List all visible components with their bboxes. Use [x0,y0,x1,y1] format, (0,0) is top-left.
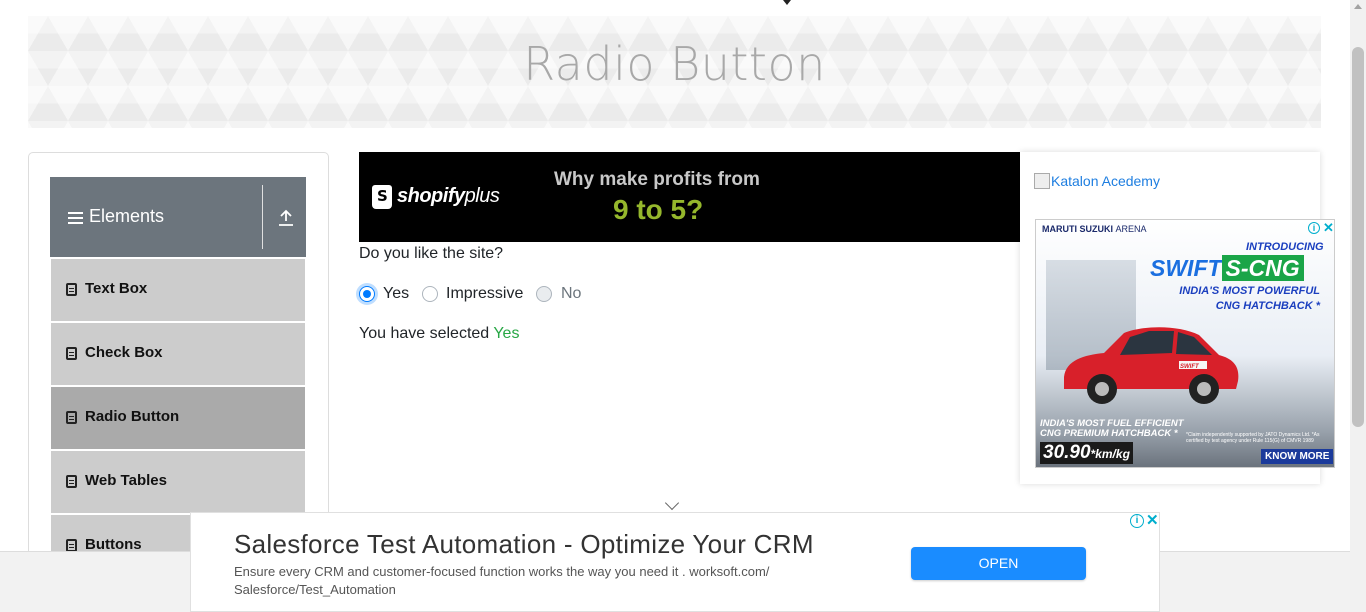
salesforce-ad[interactable]: Salesforce Test Automation - Optimize Yo… [190,512,1160,612]
sidebar-item-check-box[interactable]: Check Box [51,323,305,385]
ad-description: Ensure every CRM and customer-focused fu… [234,564,770,597]
sidebar-item-label: Radio Button [85,408,180,425]
adchoices-icon[interactable]: i [1130,514,1144,528]
radio-yes-label[interactable]: Yes [383,285,409,303]
page-title: Radio Button [523,37,826,91]
document-icon [66,283,77,296]
sidebar-item-label: Web Tables [85,472,167,489]
adchoices-icon[interactable]: i [1308,222,1320,234]
ad-brand: shopifyplus [397,185,500,207]
radio-no-label: No [561,285,582,302]
open-button[interactable]: OPEN [911,547,1086,580]
result-prefix: You have selected [359,325,490,342]
car-icon: SWIFT [1064,327,1239,404]
group-title: Elements [89,206,165,226]
ad-headline[interactable]: Salesforce Test Automation - Optimize Yo… [234,529,814,560]
sidebar-item-label: Text Box [85,280,148,297]
divider [262,185,263,249]
result-value: Yes [493,325,520,342]
katalon-academy-link[interactable]: Katalon Acedemy [1034,173,1160,189]
cursor-arrow-icon [783,0,791,5]
ad-maker: MARUTI SUZUKI ARENA [1042,224,1147,234]
broken-image-icon [1034,173,1050,189]
ad-line-2: 9 to 5? [613,194,704,225]
radio-impressive-label[interactable]: Impressive [446,285,523,303]
document-icon [66,411,77,424]
document-icon [66,475,77,488]
ad-introducing: INTRODUCING [1246,241,1324,253]
scrollbar[interactable] [1350,0,1366,612]
car-badge-text: SWIFT [1180,364,1200,370]
right-ad-column: Katalon Acedemy MARUTI SUZUKI ARENA i ✕ … [1020,152,1335,484]
close-icon[interactable]: ✕ [1323,221,1334,234]
ad-line-1: Why make profits from [554,169,760,190]
upload-icon[interactable] [278,209,294,227]
selection-result: You have selected Yes [359,325,519,343]
shopify-bag-icon [372,185,392,209]
shopify-ad-banner[interactable]: shopifyplus Why make profits from 9 to 5… [359,152,1020,242]
know-more-button[interactable]: KNOW MORE [1261,449,1334,464]
sidebar-item-text-box[interactable]: Text Box [51,259,305,321]
radio-yes-input[interactable] [359,286,375,302]
top-bar [0,0,1350,16]
ad-tagline: INDIA'S MOST POWERFUL CNG HATCHBACK * [1179,285,1320,312]
close-icon[interactable]: ✕ [1146,513,1159,528]
page-banner: Radio Button [28,16,1321,128]
scroll-thumb[interactable] [1352,47,1364,427]
sidebar-item-radio-button[interactable]: Radio Button [51,387,305,449]
scroll-up-icon[interactable] [1354,4,1362,9]
hamburger-icon [68,212,83,224]
ad-model: SWIFT S-CNG [1150,255,1304,282]
question-text: Do you like the site? [359,245,504,262]
radio-impressive-input[interactable] [422,286,438,302]
chevron-down-icon[interactable] [664,495,680,511]
ad-claim: *Claim independently supported by JATO D… [1186,432,1320,444]
maruti-swift-ad[interactable]: MARUTI SUZUKI ARENA i ✕ INTRODUCING SWIF… [1035,219,1335,468]
ad-efficiency-text: INDIA'S MOST FUEL EFFICIENT CNG PREMIUM H… [1040,418,1184,439]
radio-no-input [536,286,552,302]
sidebar-item-label: Check Box [85,344,163,361]
ad-mileage: 30.90*km/kg [1040,442,1133,464]
sidebar-item-web-tables[interactable]: Web Tables [51,451,305,513]
elements-group-header[interactable]: Elements [50,177,306,257]
document-icon [66,347,77,360]
